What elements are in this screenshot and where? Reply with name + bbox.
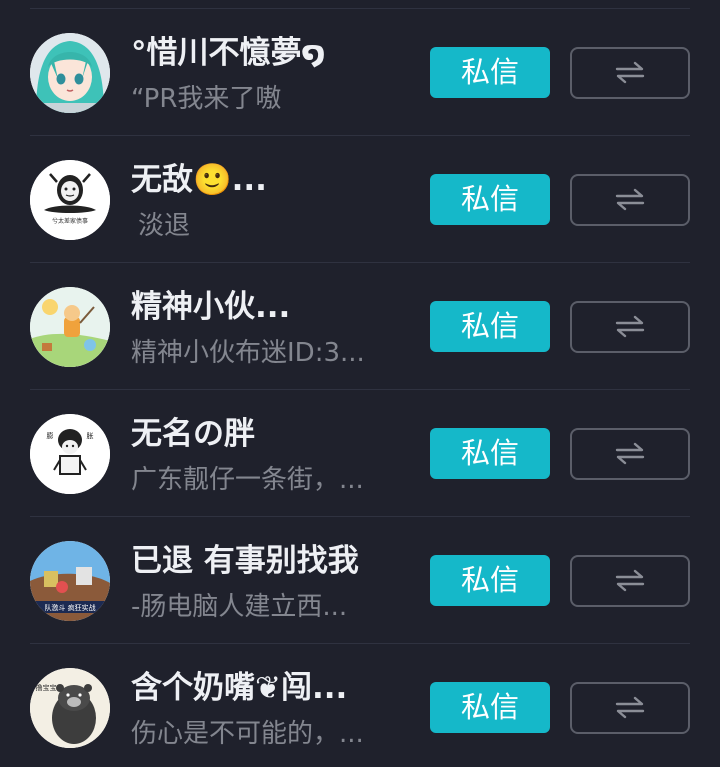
mutual-follow-icon xyxy=(615,315,645,338)
mutual-follow-icon xyxy=(615,188,645,211)
user-bio: 精神小伙布迷ID:3... xyxy=(131,338,365,368)
meme-caption: 兮太差家债事 xyxy=(52,217,88,225)
user-bio: 伤心是不可能的，... xyxy=(131,719,364,749)
user-name[interactable]: °惜川不憶夢໑ xyxy=(131,33,421,73)
user-bio: 淡退 xyxy=(138,211,191,241)
mutual-follow-button[interactable] xyxy=(570,174,690,226)
message-button[interactable]: 私信 xyxy=(430,555,550,606)
mutual-follow-button[interactable] xyxy=(570,47,690,99)
cartoon-scene-icon xyxy=(30,287,110,367)
user-bio: -肠电脑人建立西... xyxy=(131,592,348,622)
mutual-follow-button[interactable] xyxy=(570,555,690,607)
avatar[interactable]: 膨 胀 xyxy=(30,414,110,494)
meme-text-left: 膨 xyxy=(47,431,54,440)
mutual-follow-icon xyxy=(615,61,645,84)
mutual-follow-button[interactable] xyxy=(570,428,690,480)
anime-girl-teal-hair-icon xyxy=(30,33,110,113)
user-bio: “PR我来了嗷 xyxy=(131,84,282,114)
user-name[interactable]: 已退 有事别找我 xyxy=(131,541,431,581)
avatar[interactable]: 兮太差家债事 xyxy=(30,160,110,240)
user-bio: 广东靓仔一条街，... xyxy=(131,465,364,495)
meme-text-right: 胀 xyxy=(87,431,94,440)
user-name[interactable]: 无名の胖 xyxy=(131,414,421,454)
list-item[interactable]: °惜川不憶夢໑ “PR我来了嗷 私信 xyxy=(0,9,720,136)
bear-sketch-icon: 撸宝宝 xyxy=(30,668,110,748)
list-item[interactable]: 队激斗 疯狂实战 已退 有事别找我 -肠电脑人建立西... 私信 xyxy=(0,517,720,644)
user-name[interactable]: 含个奶嘴❦闯... xyxy=(131,668,421,708)
meme-panda-icon: 膨 胀 xyxy=(30,414,110,494)
user-name[interactable]: 无敌🙂... xyxy=(131,160,421,200)
avatar[interactable] xyxy=(30,33,110,113)
list-item[interactable]: 兮太差家债事 无敌🙂... 淡退 私信 xyxy=(0,136,720,263)
user-list: °惜川不憶夢໑ “PR我来了嗷 私信 兮太差家债事 无敌🙂... 淡退 私信 精… xyxy=(0,0,720,767)
message-button[interactable]: 私信 xyxy=(430,428,550,479)
mutual-follow-button[interactable] xyxy=(570,301,690,353)
message-button[interactable]: 私信 xyxy=(430,682,550,733)
mutual-follow-icon xyxy=(615,442,645,465)
mutual-follow-icon xyxy=(615,696,645,719)
avatar[interactable] xyxy=(30,287,110,367)
message-button[interactable]: 私信 xyxy=(430,47,550,98)
user-name[interactable]: 精神小伙... xyxy=(131,287,421,327)
meme-face-icon: 兮太差家债事 xyxy=(30,160,110,240)
game-scene-icon: 队激斗 疯狂实战 xyxy=(30,541,110,621)
avatar[interactable]: 撸宝宝 xyxy=(30,668,110,748)
mutual-follow-button[interactable] xyxy=(570,682,690,734)
avatar[interactable]: 队激斗 疯狂实战 xyxy=(30,541,110,621)
list-item[interactable]: 精神小伙... 精神小伙布迷ID:3... 私信 xyxy=(0,263,720,390)
message-button[interactable]: 私信 xyxy=(430,174,550,225)
list-item[interactable]: 膨 胀 无名の胖 广东靓仔一条街，... 私信 xyxy=(0,390,720,517)
bear-label: 撸宝宝 xyxy=(36,683,57,692)
game-banner-text: 队激斗 疯狂实战 xyxy=(44,603,95,612)
list-item[interactable]: 撸宝宝 含个奶嘴❦闯... 伤心是不可能的，... 私信 xyxy=(0,644,720,767)
message-button[interactable]: 私信 xyxy=(430,301,550,352)
mutual-follow-icon xyxy=(615,569,645,592)
